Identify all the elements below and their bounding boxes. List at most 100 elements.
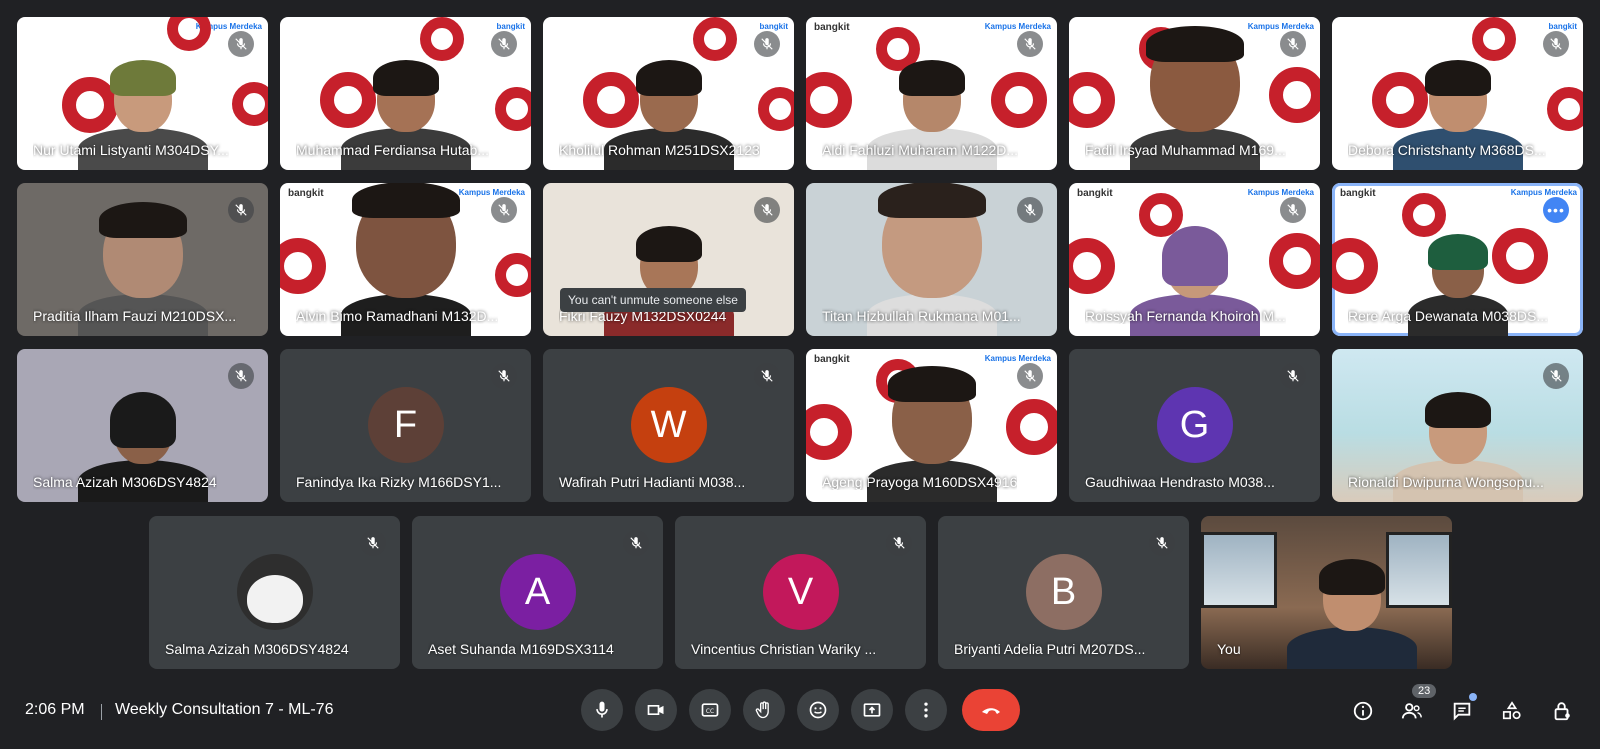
avatar: W [630,387,707,463]
participant-name: Ageng Prayoga M160DSX4916 [822,474,1018,490]
participant-name: Salma Azizah M306DSY4824 [165,641,349,657]
logo-ring [1332,238,1378,294]
participant-tile[interactable]: Praditia Ilham Fauzi M210DSX... [17,183,268,336]
kampus-merdeka-logo: Kampus Merdeka [984,354,1051,363]
present-button[interactable] [851,689,893,731]
hang-up-icon [982,708,1000,714]
logo-ring [420,17,464,61]
meeting-name: Weekly Consultation 7 - ML-76 [115,701,334,718]
participant-tile[interactable]: Fikri Fauzy M132DSX0244 [543,183,794,336]
participant-name: Rere Arga Dewanata M038DS... [1348,308,1548,324]
participant-tile[interactable]: G Gaudhiwaa Hendrasto M038... [1069,349,1320,502]
microphone-icon [596,701,608,718]
muted-mic-icon [1543,31,1569,57]
more-vert-icon [924,702,928,718]
participant-name: Salma Azizah M306DSY4824 [33,474,217,490]
microphone-button[interactable] [581,689,623,731]
chat-icon [1453,702,1471,721]
logo-ring [495,253,531,297]
activities-button[interactable] [1498,697,1526,725]
participant-tile[interactable]: Salma Azizah M306DSY4824 [149,516,400,669]
participant-tile-active-speaker[interactable]: bangkit Kampus Merdeka ••• Rere Arga Dew… [1332,183,1583,336]
muted-mic-icon [1149,530,1175,556]
participant-tile[interactable]: bangkit Kampus Merdeka Alvin Bimo Ramadh… [280,183,531,336]
people-count-badge: 23 [1412,684,1437,698]
participant-tile[interactable]: bangkit Kampus Merdeka Aldi Fahluzi Muha… [806,17,1057,170]
tooltip: You can't unmute someone else [560,288,746,312]
present-screen-icon [863,703,881,717]
participant-tile[interactable]: bangkit Kholilul Rohman M251DSX2123 [543,17,794,170]
participant-tile[interactable]: Kampus Merdeka Nur Utami Listyanti M304D… [17,17,268,170]
participant-name: Briyanti Adelia Putri M207DS... [954,641,1146,657]
muted-mic-icon [1280,363,1306,389]
self-view-tile[interactable]: You [1201,516,1452,669]
host-controls-button[interactable] [1548,697,1576,725]
logo-ring [280,238,326,294]
logo-ring [1006,399,1057,455]
participant-name: Fanindya Ika Rizky M166DSY1... [296,474,502,490]
info-icon [1353,701,1373,721]
leave-call-button[interactable] [962,689,1020,731]
participant-tile[interactable]: bangkit Debora Christshanty M368DS... [1332,17,1583,170]
participant-tile[interactable]: bangkit Kampus Merdeka Ageng Prayoga M16… [806,349,1057,502]
kampus-merdeka-logo: Kampus Merdeka [1510,188,1577,197]
kampus-merdeka-logo: Kampus Merdeka [984,22,1051,31]
participant-tile[interactable]: Salma Azizah M306DSY4824 [17,349,268,502]
chat-button[interactable] [1448,697,1476,725]
self-name: You [1217,641,1241,657]
participant-name: Aset Suhanda M169DSX3114 [428,641,614,657]
avatar: G [1156,387,1233,463]
captions-button[interactable]: CC [689,689,731,731]
meeting-details-button[interactable] [1349,697,1377,725]
svg-text:CC: CC [706,709,714,715]
more-options-button[interactable]: ••• [1543,197,1569,223]
participant-tile[interactable]: W Wafirah Putri Hadianti M038... [543,349,794,502]
logo-ring [232,82,268,126]
muted-mic-icon [491,197,517,223]
participant-tile[interactable]: Titan Hizbullah Rukmana M01... [806,183,1057,336]
participant-tile[interactable]: B Briyanti Adelia Putri M207DS... [938,516,1189,669]
hand-icon [755,701,769,719]
people-button[interactable] [1398,697,1426,725]
logo-ring [1402,193,1446,237]
raise-hand-button[interactable] [743,689,785,731]
bangkit-logo: bangkit [814,22,850,33]
logo-ring [693,17,737,61]
participant-tile[interactable]: Rionaldi Dwipurna Wongsopu... [1332,349,1583,502]
window-background [1201,532,1277,608]
participant-name: Fadil Irsyad Muhammad M169... [1085,142,1286,158]
avatar: F [367,387,444,463]
logo-ring [806,404,852,460]
participant-tile[interactable]: bangkit Kampus Merdeka Roissyah Fernanda… [1069,183,1320,336]
camera-button[interactable] [635,689,677,731]
muted-mic-icon [623,530,649,556]
meeting-time: 2:06 PM [25,701,85,718]
muted-mic-icon [491,363,517,389]
people-icon [1401,703,1422,719]
camera-icon [647,705,664,715]
muted-mic-icon [228,197,254,223]
lock-person-icon [1554,702,1570,721]
logo-ring [1472,17,1516,61]
more-options-button[interactable] [905,689,947,731]
participant-tile[interactable]: Kampus Merdeka Fadil Irsyad Muhammad M16… [1069,17,1320,170]
muted-mic-icon [754,197,780,223]
muted-mic-icon [1017,197,1043,223]
logo-ring [1269,67,1320,123]
captions-icon: CC [701,703,719,717]
avatar: V [762,554,839,630]
participant-tile[interactable]: bangkit Muhammad Ferdiansa Hutab... [280,17,531,170]
muted-mic-icon [754,363,780,389]
participant-name: Roissyah Fernanda Khoiroh M... [1085,308,1286,324]
participant-tile[interactable]: A Aset Suhanda M169DSX3114 [412,516,663,669]
participant-tile[interactable]: V Vincentius Christian Wariky ... [675,516,926,669]
cat-face-icon [246,575,303,623]
reactions-button[interactable] [797,689,839,731]
muted-mic-icon [1280,197,1306,223]
participant-name: Gaudhiwaa Hendrasto M038... [1085,474,1275,490]
emoji-icon [809,701,827,719]
muted-mic-icon [1543,363,1569,389]
muted-mic-icon [1017,31,1043,57]
avatar: B [1025,554,1102,630]
participant-tile[interactable]: F Fanindya Ika Rizky M166DSY1... [280,349,531,502]
